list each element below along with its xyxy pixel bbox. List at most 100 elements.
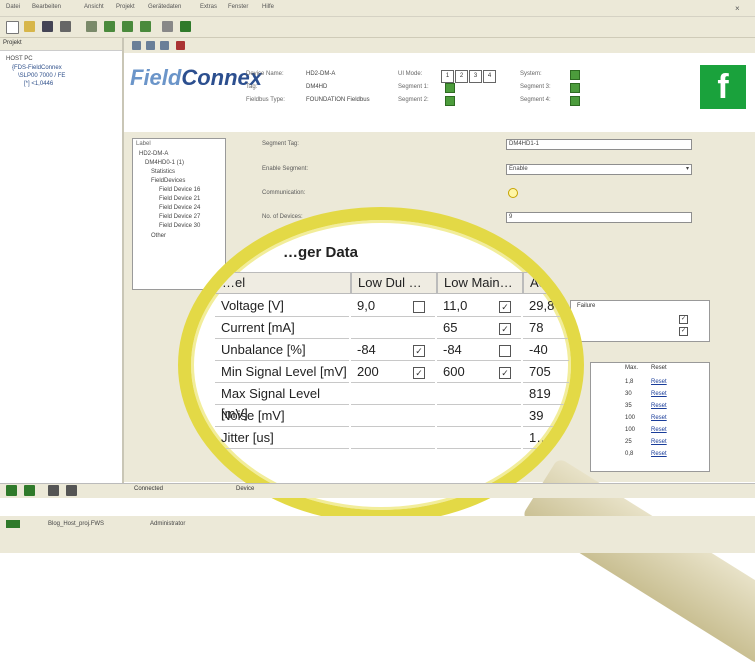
tree-item-fds[interactable]: {FDS-FieldConnex xyxy=(12,65,62,71)
fieldbus-label: Fieldbus Type: xyxy=(246,97,285,103)
enable-segment-value: Enable xyxy=(509,166,528,172)
doc-icon[interactable] xyxy=(160,41,169,50)
low-main-checkbox[interactable]: ✓ xyxy=(499,301,511,313)
low-dul-value[interactable] xyxy=(351,428,435,449)
tree-item[interactable]: Field Device 27 xyxy=(159,214,200,220)
low-main-value[interactable] xyxy=(437,428,521,449)
download-icon[interactable] xyxy=(122,21,133,32)
actual-value: -40 xyxy=(523,340,569,361)
tree-item[interactable]: Field Device 16 xyxy=(159,187,200,193)
device-icon[interactable] xyxy=(180,21,191,32)
tree-item[interactable]: DM4HD0-1 (1) xyxy=(145,160,184,166)
list-icon[interactable] xyxy=(162,21,173,32)
device-name-value: HD2-DM-A xyxy=(306,71,336,77)
ui-mode-3-button[interactable]: 3 xyxy=(469,70,482,83)
failure-checkbox[interactable]: ✓ xyxy=(679,327,688,336)
new-file-icon[interactable] xyxy=(6,21,19,34)
menu-extras[interactable]: Extras xyxy=(200,4,217,10)
communication-label: Communication: xyxy=(262,190,306,196)
pepperl-fuchs-logo: f xyxy=(700,65,746,109)
actual-value: 29,8 xyxy=(523,296,569,317)
actual-value: 819 xyxy=(523,384,569,405)
actual-value: 705 xyxy=(523,362,569,383)
tab-icon[interactable] xyxy=(66,485,77,496)
failure-checkbox[interactable]: ✓ xyxy=(679,315,688,324)
fieldbus-value: FOUNDATION Fieldbus xyxy=(306,97,370,103)
tree-item[interactable]: Field Device 21 xyxy=(159,196,200,202)
tree-title: Label xyxy=(136,141,151,147)
refresh-icon[interactable] xyxy=(176,41,185,50)
upload-icon[interactable] xyxy=(104,21,115,32)
menu-file[interactable]: Datei xyxy=(6,4,20,10)
enable-segment-select[interactable]: Enable ▾ xyxy=(506,164,692,175)
doc-icon[interactable] xyxy=(132,41,141,50)
ui-mode-1-button[interactable]: 1 xyxy=(441,70,454,83)
num-devices-input[interactable]: 9 xyxy=(506,212,692,223)
connected-label: Connected xyxy=(134,486,164,492)
low-dul-checkbox[interactable]: ✓ xyxy=(413,345,425,357)
tree-item[interactable]: Field Device 30 xyxy=(159,223,200,229)
ui-mode-2-button[interactable]: 2 xyxy=(455,70,468,83)
low-main-checkbox[interactable] xyxy=(499,345,511,357)
tree-item[interactable]: Field Device 24 xyxy=(159,205,200,211)
tab-icon[interactable] xyxy=(48,485,59,496)
tree-item[interactable]: HD2-DM-A xyxy=(139,151,168,157)
reset-button[interactable]: Reset xyxy=(651,451,667,457)
reset-button[interactable]: Reset xyxy=(651,403,667,409)
menu-device-data[interactable]: Gerätedaten xyxy=(148,4,181,10)
low-dul-value[interactable] xyxy=(351,318,435,339)
menu-view[interactable]: Ansicht xyxy=(84,4,104,10)
window-close-icon[interactable]: × xyxy=(735,4,740,13)
tree-item[interactable]: Other xyxy=(151,233,166,239)
low-dul-value[interactable] xyxy=(351,384,435,405)
failure-table: Failure ✓ ✓ xyxy=(570,300,710,342)
save-icon[interactable] xyxy=(42,21,53,32)
low-dul-value[interactable] xyxy=(351,406,435,427)
low-main-value[interactable] xyxy=(437,384,521,405)
failure-header: Failure xyxy=(577,303,596,309)
segment-2-led xyxy=(445,96,455,106)
low-main-checkbox[interactable]: ✓ xyxy=(499,323,511,335)
segment-3-led xyxy=(570,83,580,93)
reset-button[interactable]: Reset xyxy=(651,391,667,397)
reset-header: Reset xyxy=(651,365,667,371)
menu-project[interactable]: Projekt xyxy=(116,4,135,10)
tree-item-device[interactable]: [*] <1,0446 xyxy=(24,81,53,87)
tag-label: Tag: xyxy=(246,84,258,90)
device-tab[interactable]: Device xyxy=(236,486,254,492)
column-label-header: …el xyxy=(215,272,351,294)
print-icon[interactable] xyxy=(60,21,71,32)
menu-help[interactable]: Hilfe xyxy=(262,4,274,10)
status-user: Administrator xyxy=(150,521,186,527)
reset-button[interactable]: Reset xyxy=(651,439,667,445)
status-icon xyxy=(6,520,20,528)
tree-item-slp[interactable]: \SLP00 7000 / FE xyxy=(18,73,65,79)
connect-icon[interactable] xyxy=(140,21,151,32)
segment-3-label: Segment 3: xyxy=(520,84,551,90)
doc-icon[interactable] xyxy=(146,41,155,50)
status-project: Blog_Host_proj.FWS xyxy=(48,521,105,527)
tag-value: DM4HD xyxy=(306,84,328,90)
ui-mode-label: UI Mode: xyxy=(398,71,423,77)
reset-button[interactable]: Reset xyxy=(651,415,667,421)
low-dul-checkbox[interactable] xyxy=(413,301,425,313)
tab-icon[interactable] xyxy=(6,485,17,496)
reset-button[interactable]: Reset xyxy=(651,427,667,433)
open-folder-icon[interactable] xyxy=(24,21,35,32)
segment-tag-input[interactable]: DM4HD1-1 xyxy=(506,139,692,150)
reset-button[interactable]: Reset xyxy=(651,379,667,385)
enable-segment-label: Enable Segment: xyxy=(262,166,309,172)
tree-item[interactable]: FieldDevices xyxy=(151,178,185,184)
menu-window[interactable]: Fenster xyxy=(228,4,248,10)
max-header: Max. xyxy=(625,365,639,371)
low-main-value[interactable] xyxy=(437,406,521,427)
menu-edit[interactable]: Bearbeiten xyxy=(32,4,61,10)
tab-icon[interactable] xyxy=(24,485,35,496)
low-main-checkbox[interactable]: ✓ xyxy=(499,367,511,379)
tree-item[interactable]: Statistics xyxy=(151,169,175,175)
tree-item-host[interactable]: HOST PC xyxy=(6,56,33,62)
low-dul-checkbox[interactable]: ✓ xyxy=(413,367,425,379)
ui-mode-4-button[interactable]: 4 xyxy=(483,70,496,83)
network-icon[interactable] xyxy=(86,21,97,32)
row-label: Jitter [us] xyxy=(215,428,349,449)
